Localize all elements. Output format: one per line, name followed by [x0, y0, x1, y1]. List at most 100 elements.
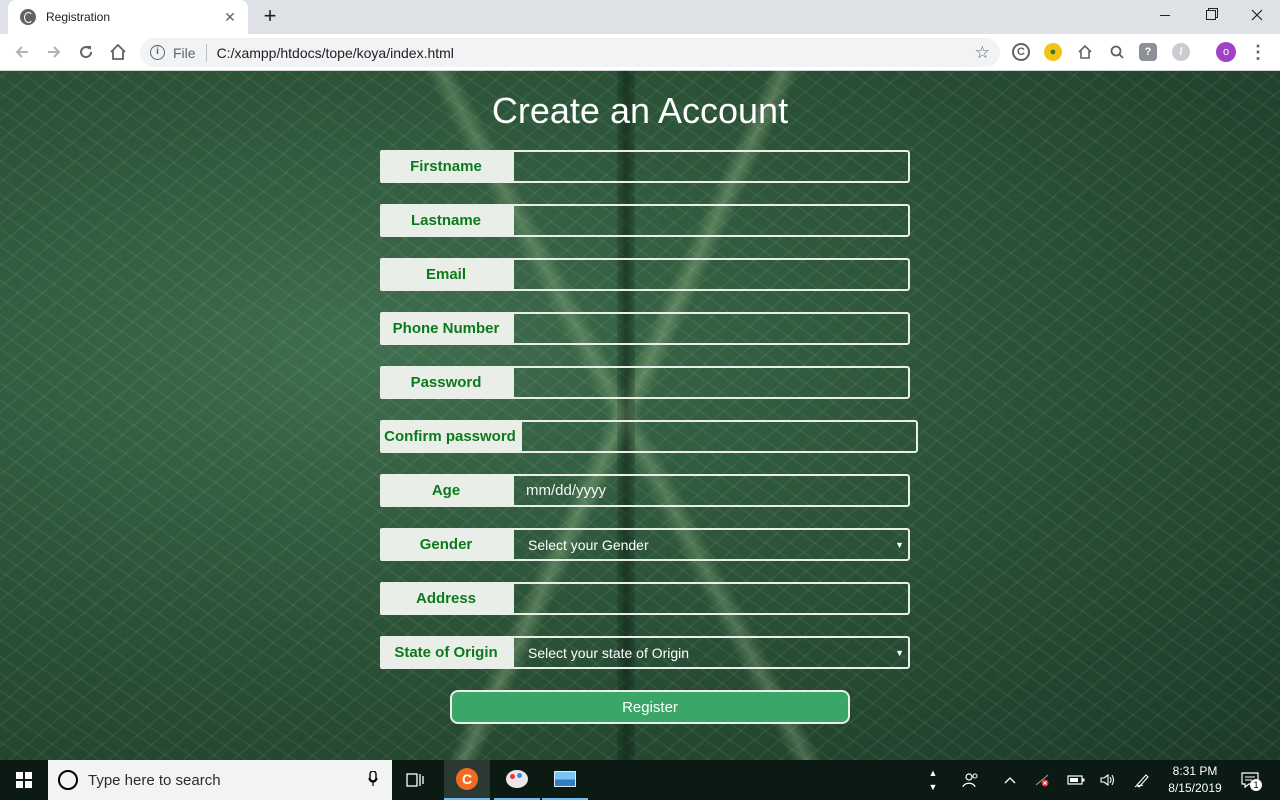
- info-icon[interactable]: i: [150, 45, 165, 60]
- page-background: Create an Account Firstname Lastname Ema…: [0, 71, 1280, 760]
- volume-button[interactable]: [1096, 760, 1120, 800]
- state-select[interactable]: Select your state of Origin ▼: [512, 636, 910, 669]
- speaker-icon: [1100, 773, 1115, 787]
- lastname-row: Lastname: [380, 204, 910, 237]
- scheme-label: File: [173, 44, 196, 61]
- show-hidden-icons-button[interactable]: [998, 760, 1022, 800]
- network-disconnected-icon: [1035, 774, 1049, 787]
- close-tab-icon[interactable]: ✕: [222, 9, 238, 26]
- email-label: Email: [380, 258, 512, 291]
- action-center-button[interactable]: 1: [1236, 760, 1266, 800]
- phone-input[interactable]: [512, 312, 910, 345]
- bookmark-star-icon[interactable]: ☆: [975, 43, 990, 63]
- task-view-icon: [406, 773, 424, 787]
- windows-logo-icon: [16, 772, 32, 788]
- home-button[interactable]: [106, 40, 130, 64]
- firstname-input[interactable]: [512, 150, 910, 183]
- address-bar[interactable]: i File C:/xampp/htdocs/tope/koya/index.h…: [140, 38, 1000, 67]
- email-input[interactable]: [512, 258, 910, 291]
- pen-workspace-button[interactable]: [1130, 760, 1154, 800]
- firstname-row: Firstname: [380, 150, 910, 183]
- dropdown-arrow-icon: ▼: [895, 540, 904, 550]
- home-icon: [1078, 44, 1092, 59]
- taskbar-scroll-arrows[interactable]: ▲ ▼: [926, 760, 940, 800]
- gender-selected-value: Select your Gender: [528, 536, 649, 553]
- clock-date: 8/15/2019: [1168, 781, 1222, 795]
- home-extension-button[interactable]: [1073, 40, 1097, 64]
- minimize-icon: [1160, 14, 1170, 16]
- clock-time: 8:31 PM: [1172, 764, 1218, 778]
- confirm-password-row: Confirm password: [380, 420, 918, 453]
- browser-app-icon: C: [456, 768, 478, 790]
- reload-icon: [80, 46, 93, 59]
- age-date-input[interactable]: [512, 474, 910, 507]
- url-text[interactable]: C:/xampp/htdocs/tope/koya/index.html: [217, 45, 975, 61]
- new-tab-button[interactable]: +: [258, 4, 282, 28]
- disabled-extension-icon[interactable]: /: [1172, 43, 1190, 61]
- gender-row: Gender Select your Gender ▼: [380, 528, 910, 561]
- task-view-button[interactable]: [392, 760, 438, 800]
- age-label: Age: [380, 474, 512, 507]
- coin-extension-icon[interactable]: ●: [1044, 43, 1062, 61]
- restore-icon: [1206, 10, 1216, 20]
- address-label: Address: [380, 582, 512, 615]
- copyright-extension-icon[interactable]: C: [1012, 43, 1030, 61]
- state-label: State of Origin: [380, 636, 512, 669]
- separator: [205, 43, 207, 62]
- close-icon: [1251, 9, 1263, 21]
- browser-toolbar: i File C:/xampp/htdocs/tope/koya/index.h…: [0, 34, 1280, 71]
- shield-extension-icon[interactable]: ?: [1139, 43, 1157, 61]
- minimize-button[interactable]: [1142, 0, 1188, 30]
- lastname-input[interactable]: [512, 204, 910, 237]
- microphone-icon[interactable]: [362, 769, 384, 790]
- globe-icon: [20, 9, 36, 25]
- windows-taskbar: Type here to search C ▲ ▼ 8:31 PM 8/15/2…: [0, 760, 1280, 800]
- taskbar-clock[interactable]: 8:31 PM 8/15/2019: [1158, 763, 1232, 797]
- password-row: Password: [380, 366, 910, 399]
- mic-glyph: [368, 769, 378, 786]
- confirm-password-label: Confirm password: [380, 420, 520, 453]
- coccoc-browser-taskbar-icon[interactable]: C: [444, 760, 490, 800]
- battery-button[interactable]: [1064, 760, 1088, 800]
- paint-palette-icon: [506, 770, 528, 788]
- state-selected-value: Select your state of Origin: [528, 644, 690, 661]
- forward-button[interactable]: [42, 40, 66, 64]
- home-icon: [110, 43, 126, 60]
- tab-strip: Registration ✕ +: [0, 0, 1280, 34]
- chevron-down-icon[interactable]: ▼: [929, 780, 938, 794]
- back-button[interactable]: [10, 40, 34, 64]
- confirm-password-input[interactable]: [520, 420, 918, 453]
- address-input[interactable]: [512, 582, 910, 615]
- photos-taskbar-icon[interactable]: [542, 760, 588, 800]
- restore-button[interactable]: [1188, 0, 1234, 30]
- taskbar-search-box[interactable]: Type here to search: [48, 760, 392, 800]
- battery-icon: [1067, 775, 1085, 785]
- register-button[interactable]: Register: [450, 690, 850, 724]
- address-row: Address: [380, 582, 910, 615]
- people-button[interactable]: [958, 760, 984, 800]
- gender-select[interactable]: Select your Gender ▼: [512, 528, 910, 561]
- email-row: Email: [380, 258, 910, 291]
- close-window-button[interactable]: [1234, 0, 1280, 30]
- page-title: Create an Account: [491, 90, 789, 131]
- profile-avatar[interactable]: o: [1216, 42, 1236, 62]
- chevron-up-icon[interactable]: ▲: [929, 766, 938, 780]
- paint-taskbar-icon[interactable]: [494, 760, 540, 800]
- cortana-icon: [58, 770, 78, 790]
- reload-button[interactable]: [74, 40, 98, 64]
- photos-icon: [554, 771, 576, 787]
- password-input[interactable]: [512, 366, 910, 399]
- tab-registration[interactable]: Registration ✕: [8, 0, 248, 34]
- state-row: State of Origin Select your state of Ori…: [380, 636, 910, 669]
- pen-icon: [1134, 774, 1149, 788]
- phone-label: Phone Number: [380, 312, 512, 345]
- gender-label: Gender: [380, 528, 512, 561]
- network-button[interactable]: [1030, 760, 1054, 800]
- arrow-right-icon: [48, 46, 61, 58]
- chevron-up-icon: [1004, 777, 1016, 784]
- notification-count-badge: 1: [1250, 779, 1262, 791]
- menu-kebab-icon[interactable]: ⋮: [1246, 40, 1270, 64]
- dropdown-arrow-icon: ▼: [895, 648, 904, 658]
- start-button[interactable]: [0, 760, 48, 800]
- search-extension-button[interactable]: [1105, 40, 1129, 64]
